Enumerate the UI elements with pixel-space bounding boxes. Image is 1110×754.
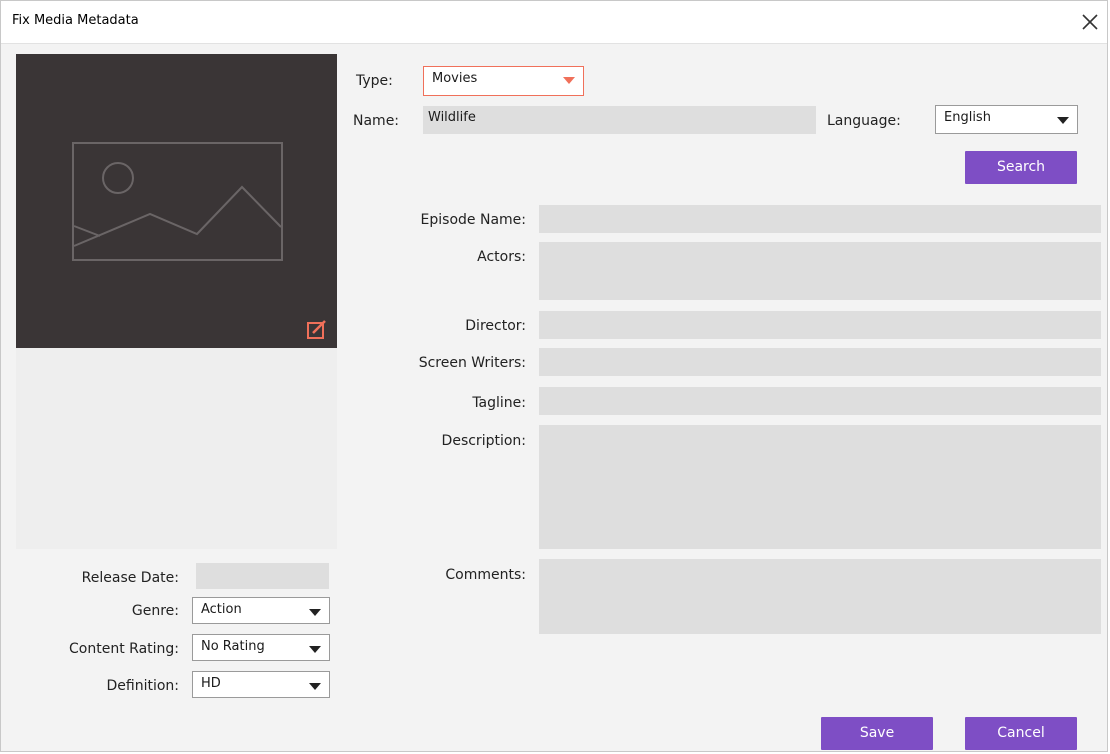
episode-name-field[interactable] [539,205,1101,233]
language-label: Language: [827,113,901,129]
close-button[interactable] [1077,9,1103,35]
genre-label: Genre: [131,603,179,619]
description-field[interactable] [539,425,1101,549]
chevron-down-icon [309,646,321,653]
director-label: Director: [465,318,526,334]
chevron-down-icon [309,609,321,616]
genre-value: Action [201,602,242,617]
chevron-down-icon [563,77,575,84]
tagline-label: Tagline: [472,395,526,411]
name-label: Name: [353,113,400,129]
edit-icon [307,320,326,339]
episode-name-label: Episode Name: [420,212,526,228]
actors-field[interactable] [539,242,1101,300]
image-placeholder-icon [72,142,283,261]
cancel-button[interactable]: Cancel [965,717,1077,750]
release-date-label: Release Date: [81,570,179,586]
type-select[interactable]: Movies [423,66,584,96]
type-value: Movies [432,71,478,86]
director-field[interactable] [539,311,1101,339]
title-bar: Fix Media Metadata [1,1,1107,44]
screen-writers-field[interactable] [539,348,1101,376]
content-rating-select[interactable]: No Rating [192,634,330,661]
save-button[interactable]: Save [821,717,933,750]
language-value: English [944,110,991,125]
actors-label: Actors: [477,249,526,265]
screen-writers-label: Screen Writers: [418,355,526,371]
definition-label: Definition: [106,678,179,694]
definition-value: HD [201,676,221,691]
comments-label: Comments: [445,567,526,583]
chevron-down-icon [1057,117,1069,124]
description-label: Description: [441,433,526,449]
genre-select[interactable]: Action [192,597,330,624]
release-date-field[interactable] [196,563,329,589]
close-icon [1082,14,1098,30]
content-rating-label: Content Rating: [69,641,179,657]
dialog-title: Fix Media Metadata [12,13,139,28]
definition-select[interactable]: HD [192,671,330,698]
content-rating-value: No Rating [201,639,265,654]
type-label: Type: [356,73,393,89]
language-select[interactable]: English [935,105,1078,134]
chevron-down-icon [309,683,321,690]
cover-art [16,54,337,348]
edit-cover-button[interactable] [307,320,327,344]
name-input[interactable]: Wildlife [423,106,816,134]
search-button[interactable]: Search [965,151,1077,184]
comments-field[interactable] [539,559,1101,634]
tagline-field[interactable] [539,387,1101,415]
dialog-window: Fix Media Metadata Release Date: Genre: … [0,0,1108,752]
cover-panel [16,54,337,549]
